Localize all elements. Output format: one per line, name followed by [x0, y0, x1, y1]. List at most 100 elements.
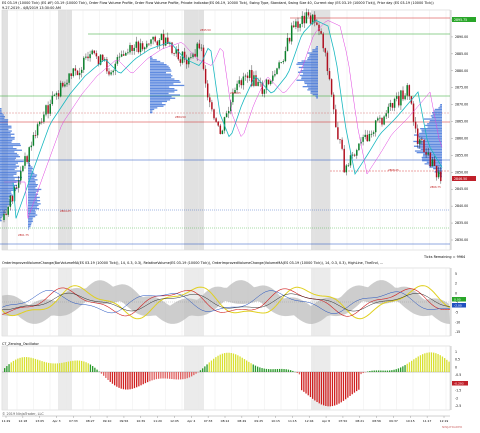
histogram-bar [164, 372, 166, 379]
candle-body [240, 80, 243, 86]
histogram-bar [56, 363, 59, 372]
volume-profile-bar [429, 166, 442, 168]
histogram-bar [103, 372, 105, 376]
candle-body [108, 71, 110, 75]
volume-profile-bar [150, 70, 172, 72]
volume-profile-bar [301, 60, 318, 62]
volume-profile-bar [28, 201, 38, 203]
volume-profile-bar [0, 109, 2, 111]
histogram-bar [246, 360, 248, 372]
candle-body [51, 95, 54, 104]
volume-profile-bar [297, 71, 318, 73]
histogram-bar [351, 372, 353, 395]
volume-profile-bar [0, 172, 17, 174]
candle-body [372, 132, 375, 134]
histogram-bar [12, 360, 15, 372]
histogram-bar [6, 366, 8, 372]
chart-canvas[interactable]: 2895.50 2888.25 2884.50 2868.25 2866.75 2864.… [0, 0, 480, 433]
histogram-bar [441, 356, 444, 372]
histogram-bar [70, 361, 72, 372]
histogram-bar [140, 372, 142, 386]
volume-profile-bar [308, 87, 318, 89]
histogram-bar [382, 370, 384, 372]
volume-profile-bar [150, 62, 164, 64]
watermark-label: NINJATRADER [442, 425, 463, 429]
volume-profile-bar [419, 144, 442, 146]
histogram-bar [125, 372, 127, 390]
volume-profile-bar [150, 78, 175, 80]
volume-profile-bar [28, 198, 38, 200]
candle-body [59, 82, 62, 97]
volume-profile-bar [0, 143, 21, 145]
volume-profile-bar [414, 150, 442, 152]
time-axis-label: 08:21 [355, 419, 364, 423]
histogram-axis-label: -1.5 [455, 389, 461, 393]
histogram-bar [239, 356, 241, 372]
volume-profile-bar [0, 138, 15, 140]
histogram-bar [314, 372, 316, 401]
histogram-bar [406, 363, 408, 372]
time-axis-label: 10:15 [406, 419, 415, 423]
time-axis-label: 11:17 [423, 419, 432, 423]
volume-profile-bar [0, 152, 18, 155]
volume-profile-bar [0, 133, 15, 135]
candle-body [164, 37, 167, 46]
candle-body [143, 47, 146, 50]
candle-body [328, 71, 331, 80]
candle-body [412, 103, 415, 122]
histogram-bar [228, 352, 230, 372]
candle-body [215, 118, 217, 122]
histogram-bar [252, 364, 254, 372]
volume-profile-bar [150, 76, 172, 79]
candle-body [154, 36, 156, 42]
histogram-bar [424, 353, 426, 372]
histogram-bar [133, 372, 136, 389]
volume-profile-bar [28, 196, 40, 199]
candle-body [200, 47, 203, 49]
candle-body [190, 57, 192, 58]
volume-profile-bar [0, 199, 11, 201]
volume-profile-bar [150, 89, 178, 91]
candle-body [286, 37, 289, 52]
candle-body [351, 154, 354, 156]
volume-profile-bar [28, 184, 38, 186]
histogram-bar [413, 359, 415, 372]
volume-profile-bar [150, 86, 170, 88]
histogram-bar [160, 372, 162, 379]
histogram-bar [309, 372, 312, 398]
histogram-bar [325, 372, 327, 407]
candle-body [70, 73, 72, 76]
volume-profile-bar [28, 206, 38, 208]
volume-profile-bar [0, 192, 12, 195]
candle-body [358, 143, 360, 151]
candle-body [244, 75, 247, 77]
candle-body [89, 54, 91, 59]
histogram-bar [78, 360, 81, 372]
candle-body [76, 70, 79, 76]
histogram-bar [254, 365, 257, 372]
volume-profile-bar [307, 58, 318, 61]
histogram-bar [28, 357, 30, 372]
oscillator-axis-label: -5 [455, 311, 458, 315]
histogram-bar [48, 362, 50, 372]
histogram-bar [298, 372, 301, 375]
price-axis-label: 2840.00 [455, 204, 468, 208]
candle-body [47, 105, 49, 114]
volume-profile-bar [28, 174, 38, 176]
volume-profile-bar [0, 180, 21, 182]
volume-profile-bar [0, 120, 8, 123]
candle-body [282, 61, 285, 63]
level-label: 2864.25 [60, 209, 71, 213]
candle-body [398, 96, 400, 106]
histogram-bar [296, 372, 298, 374]
price-axis-label: 2855.00 [455, 153, 468, 157]
volume-profile-bar [150, 110, 153, 112]
candle-body [437, 171, 440, 178]
candle-body [152, 36, 154, 40]
volume-profile-bar [312, 49, 318, 51]
histogram-bar [23, 357, 26, 372]
volume-profile-bar [0, 162, 18, 164]
volume-profile-bar [0, 149, 22, 151]
volume-profile-bar [150, 72, 167, 74]
level-label: 2895.50 [200, 28, 211, 32]
